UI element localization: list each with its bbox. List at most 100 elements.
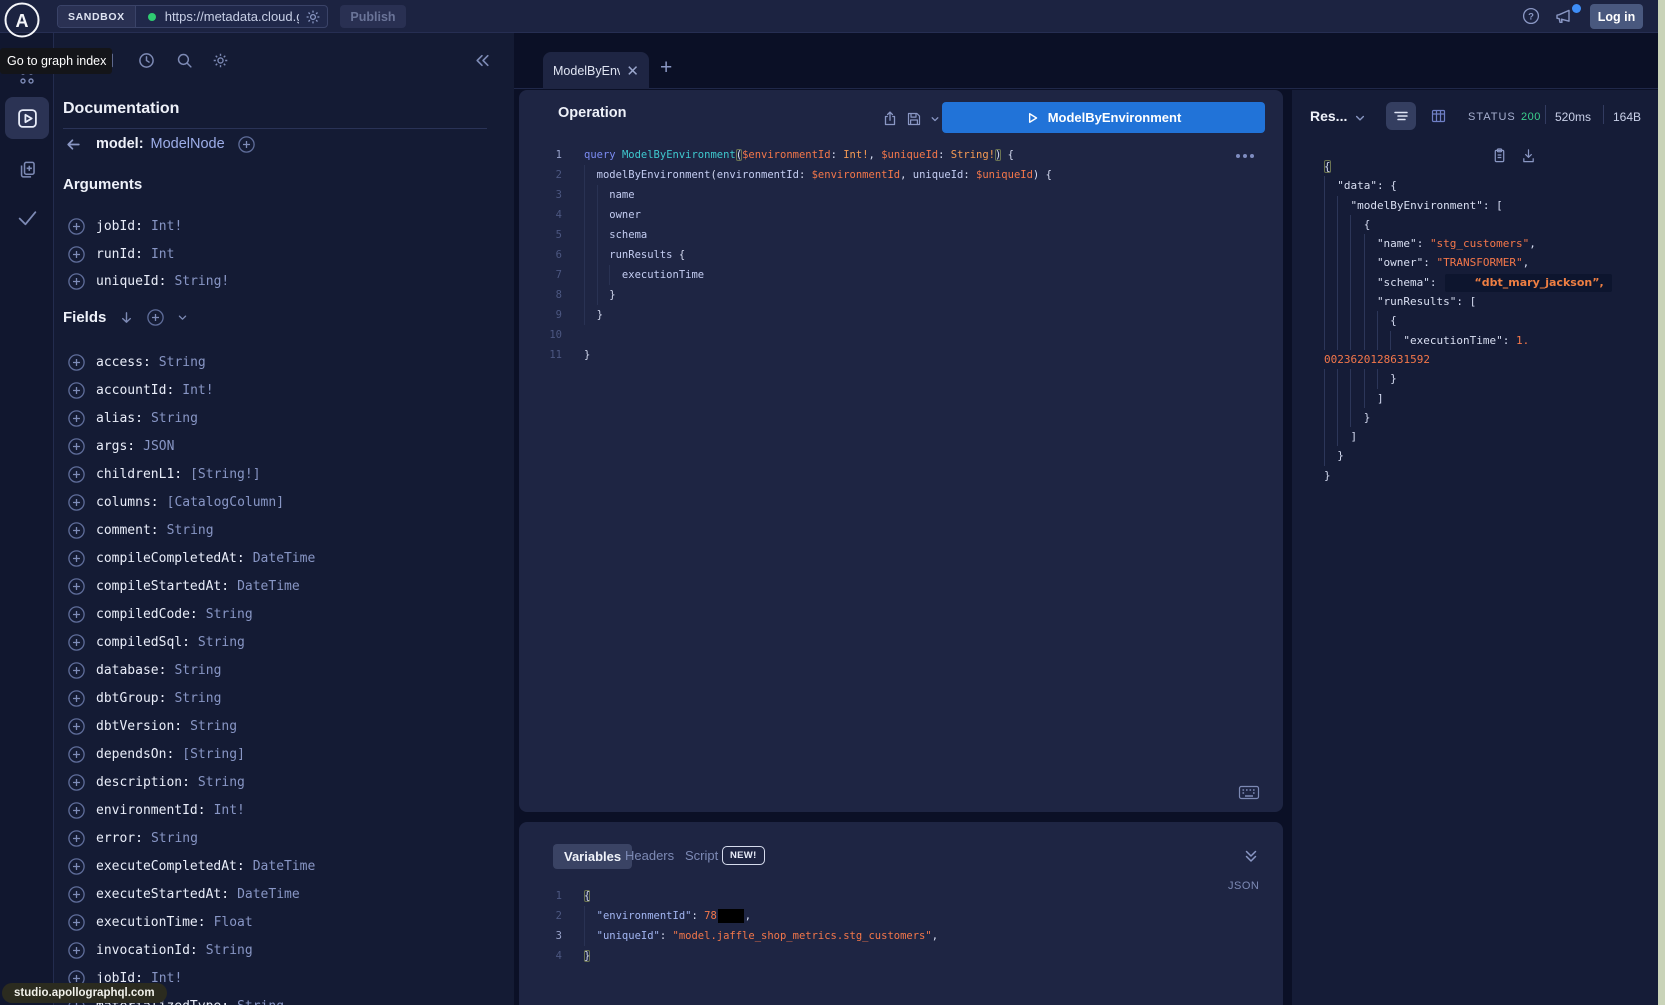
field-type-link[interactable]: Int!	[182, 383, 213, 398]
response-dropdown-chevron-icon[interactable]	[1354, 112, 1366, 124]
field-type-link[interactable]: [String]	[182, 747, 245, 762]
code-line: "modelByEnvironment": [	[1324, 196, 1612, 215]
add-all-fields-icon[interactable]	[238, 136, 255, 153]
field-name: database:	[96, 663, 166, 678]
status-code: 200	[1521, 111, 1541, 123]
field-type-link[interactable]: String	[198, 775, 245, 790]
field-name: comment:	[96, 523, 159, 538]
endpoint-url-input[interactable]: https://metadata.cloud.get	[165, 9, 299, 24]
field-name: accountId:	[96, 383, 174, 398]
add-to-query-icon[interactable]	[68, 774, 85, 791]
keyboard-shortcuts-icon[interactable]	[1238, 784, 1260, 801]
collapse-variables-icon[interactable]	[1243, 848, 1259, 864]
settings-gear-icon[interactable]	[212, 52, 229, 69]
add-to-query-icon[interactable]	[68, 246, 85, 263]
save-operation-icon[interactable]	[906, 111, 922, 127]
tab-headers[interactable]: Headers	[625, 848, 674, 863]
raw-view-toggle-icon[interactable]	[1386, 102, 1416, 130]
add-to-query-icon[interactable]	[68, 466, 85, 483]
field-type-link[interactable]: Int	[151, 247, 174, 262]
response-json-viewer[interactable]: {"data": {"modelByEnvironment": [{"name"…	[1324, 157, 1612, 485]
breadcrumb: model: ModelNode	[65, 133, 255, 155]
tab-script[interactable]: Script	[685, 848, 718, 863]
add-to-query-icon[interactable]	[68, 438, 85, 455]
field-type-link[interactable]: DateTime	[253, 551, 316, 566]
add-to-query-icon[interactable]	[68, 410, 85, 427]
tab-variables[interactable]: Variables	[553, 844, 632, 869]
field-type-link[interactable]: String	[198, 635, 245, 650]
field-type-link[interactable]: DateTime	[237, 887, 300, 902]
field-type-link[interactable]: [CatalogColumn]	[167, 495, 284, 510]
add-to-query-icon[interactable]	[68, 578, 85, 595]
apollo-logo[interactable]: A	[3, 1, 41, 39]
add-fields-icon[interactable]	[147, 309, 164, 326]
field-type-link[interactable]: String	[167, 523, 214, 538]
field-type-link[interactable]: String	[174, 663, 221, 678]
field-type-link[interactable]: String!	[174, 274, 229, 289]
add-to-query-icon[interactable]	[68, 550, 85, 567]
add-to-query-icon[interactable]	[68, 914, 85, 931]
table-view-toggle-icon[interactable]	[1430, 108, 1447, 124]
add-to-query-icon[interactable]	[68, 802, 85, 819]
field-type-link[interactable]: DateTime	[253, 859, 316, 874]
field-type-link[interactable]: [String!]	[190, 467, 260, 482]
add-to-query-icon[interactable]	[68, 218, 85, 235]
help-icon[interactable]: ?	[1522, 7, 1540, 25]
add-to-query-icon[interactable]	[68, 354, 85, 371]
code-line: "name": "stg_customers",	[1324, 234, 1612, 253]
share-operation-icon[interactable]	[882, 110, 898, 127]
endpoint-settings-icon[interactable]	[305, 9, 321, 25]
field-row: compileStartedAt:DateTime	[68, 572, 315, 600]
add-to-query-icon[interactable]	[68, 830, 85, 847]
field-type-link[interactable]: Int!	[151, 219, 182, 234]
operation-editor[interactable]: 1query ModelByEnvironment($environmentId…	[519, 145, 1052, 365]
add-to-query-icon[interactable]	[68, 942, 85, 959]
field-type-link[interactable]: Float	[214, 915, 253, 930]
history-icon[interactable]	[138, 52, 155, 69]
field-type-link[interactable]: String	[237, 999, 284, 1005]
publish-button[interactable]: Publish	[340, 5, 406, 28]
add-to-query-icon[interactable]	[68, 690, 85, 707]
close-tab-icon[interactable]: ✕	[626, 62, 639, 80]
operation-options-menu-icon[interactable]	[1236, 154, 1254, 158]
collapse-panel-icon[interactable]	[474, 52, 491, 69]
add-to-query-icon[interactable]	[68, 273, 85, 290]
new-tab-icon[interactable]: +	[660, 56, 672, 80]
add-to-query-icon[interactable]	[68, 494, 85, 511]
operation-tab[interactable]: ModelByEnvi... ✕	[543, 52, 649, 89]
add-to-query-icon[interactable]	[68, 886, 85, 903]
field-type-link[interactable]: DateTime	[237, 579, 300, 594]
field-type-link[interactable]: String	[174, 691, 221, 706]
add-to-query-icon[interactable]	[68, 382, 85, 399]
field-type-link[interactable]: String	[151, 411, 198, 426]
add-to-query-icon[interactable]	[68, 662, 85, 679]
search-icon[interactable]	[176, 52, 193, 69]
field-type-link[interactable]: String	[151, 831, 198, 846]
add-to-query-icon[interactable]	[68, 522, 85, 539]
fields-options-chevron-icon[interactable]	[177, 312, 188, 323]
explorer-icon[interactable]	[0, 108, 54, 129]
sort-fields-icon[interactable]	[119, 310, 134, 325]
login-button[interactable]: Log in	[1590, 4, 1643, 29]
add-to-query-icon[interactable]	[68, 746, 85, 763]
field-type-link[interactable]: JSON	[143, 439, 174, 454]
field-type-link[interactable]: String	[190, 719, 237, 734]
back-arrow-icon[interactable]	[65, 136, 82, 153]
field-type-link[interactable]: String	[159, 355, 206, 370]
add-to-query-icon[interactable]	[68, 634, 85, 651]
breadcrumb-type-link[interactable]: ModelNode	[151, 136, 225, 152]
add-to-query-icon[interactable]	[68, 858, 85, 875]
field-row: args:JSON	[68, 432, 315, 460]
add-to-query-icon[interactable]	[68, 606, 85, 623]
add-to-query-icon[interactable]	[68, 718, 85, 735]
variables-editor[interactable]: 1{2"environmentId": 78,3"uniqueId": "mod…	[519, 886, 938, 966]
save-options-chevron-icon[interactable]	[930, 114, 940, 124]
field-type-link[interactable]: String	[206, 607, 253, 622]
field-type-link[interactable]: Int!	[214, 803, 245, 818]
operation-collection-icon[interactable]	[0, 160, 54, 179]
checks-icon[interactable]	[0, 209, 54, 227]
field-row: accountId: Int!	[68, 376, 315, 404]
field-type-link[interactable]: String	[206, 943, 253, 958]
run-operation-button[interactable]: ModelByEnvironment	[942, 102, 1265, 133]
field-name: compiledCode:	[96, 607, 198, 622]
